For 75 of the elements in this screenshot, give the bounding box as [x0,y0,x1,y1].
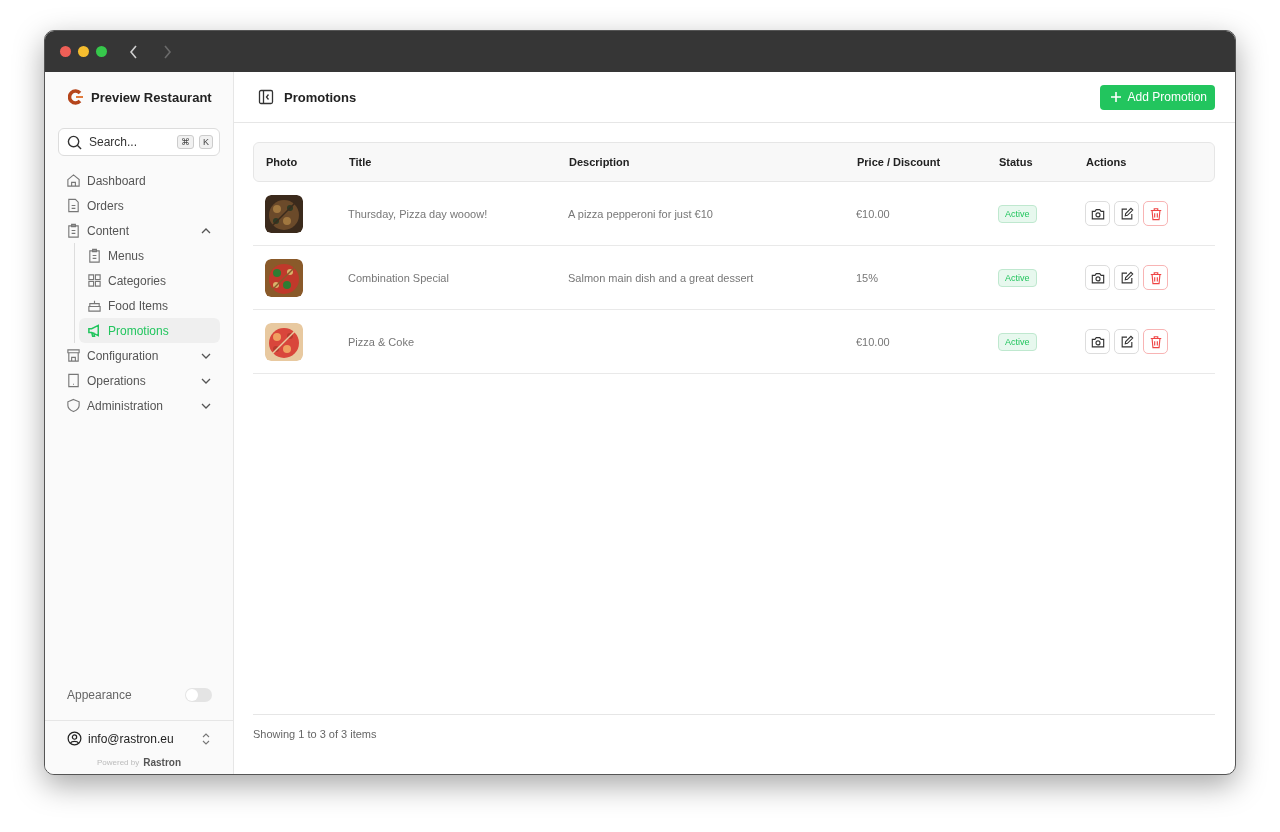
edit-button[interactable] [1114,265,1139,290]
delete-button[interactable] [1143,329,1168,354]
column-header: Description [568,156,631,168]
sidebar-item[interactable]: Configuration [58,343,220,368]
back-icon[interactable] [128,44,140,59]
user-icon [67,731,82,746]
menu-item-icon [87,323,102,338]
plus-icon [1109,91,1122,103]
logo-icon [68,89,84,105]
restaurant-name: Preview Restaurant [91,89,212,105]
brand-logo-text: Rastron [143,756,181,768]
edit-button[interactable] [1114,201,1139,226]
edit-button[interactable] [1114,329,1139,354]
menu-item-icon [66,398,81,413]
photo-button[interactable] [1085,329,1110,354]
menu-item-icon [66,173,81,188]
table-cell-text: Pizza & Coke [347,335,416,348]
sidebar-item[interactable]: Administration [58,393,220,418]
table-cell-text: A pizza pepperoni for just €10 [567,207,714,220]
shortcut-key: K [199,135,213,149]
menu-item-icon [66,198,81,213]
column-header: Photo [265,156,299,168]
table-cell-text: 15% [855,271,880,284]
photo-button[interactable] [1085,265,1110,290]
camera-icon [1090,270,1105,285]
table-cell-text: €10.00 [855,207,891,220]
maximize-window-button[interactable] [96,46,107,57]
camera-icon [1090,334,1105,349]
table-cell-text: Combination Special [347,271,450,284]
sidebar-item[interactable]: Operations [58,368,220,393]
sidebar-item[interactable]: Food Items [79,293,220,318]
status-badge: Active [998,268,1037,287]
photo-button[interactable] [1085,201,1110,226]
delete-button[interactable] [1143,201,1168,226]
trash-icon [1148,270,1163,285]
status-badge: Active [998,332,1037,351]
column-header: Actions [1085,156,1128,168]
menu-item-icon [87,248,102,263]
trash-icon [1148,206,1163,221]
user-email[interactable]: info@rastron.eu [88,731,195,746]
trash-icon [1148,334,1163,349]
page-title: Promotions [284,89,357,105]
close-window-button[interactable] [60,46,71,57]
shortcut-key: ⌘ [177,135,194,149]
edit-icon [1119,206,1134,221]
column-header: Title [348,156,373,168]
menu-item-icon [87,273,102,288]
table-cell-text: Thursday, Pizza day wooow! [347,207,489,220]
search-field[interactable]: Search... [87,134,172,150]
search-bar[interactable]: Search... ⌘ K [58,128,220,156]
sidebar-item[interactable]: Menus [79,243,220,268]
menu-item-icon [66,223,81,238]
sidebar-item[interactable]: Content [58,218,220,243]
sidebar-item[interactable]: Categories [79,268,220,293]
sidebar-toggle-icon[interactable] [258,89,274,105]
table-cell-text: Salmon main dish and a great dessert [567,271,755,284]
menu-item-icon [87,298,102,313]
appearance-label: Appearance [67,688,132,702]
delete-button[interactable] [1143,265,1168,290]
column-header: Price / Discount [856,156,942,168]
sidebar-item[interactable]: Dashboard [58,168,220,193]
menu-item-icon [66,348,81,363]
edit-icon [1119,270,1134,285]
sidebar-item[interactable]: Orders [58,193,220,218]
expand-icon[interactable] [201,731,211,746]
menu-item-icon [66,373,81,388]
pagination-info: Showing 1 to 3 of 3 items [253,714,1215,754]
search-icon [67,134,82,150]
appearance-toggle[interactable] [185,688,212,702]
edit-icon [1119,334,1134,349]
minimize-window-button[interactable] [78,46,89,57]
status-badge: Active [998,204,1037,223]
column-header: Status [998,156,1034,168]
table-cell-text: €10.00 [855,335,891,348]
camera-icon [1090,206,1105,221]
